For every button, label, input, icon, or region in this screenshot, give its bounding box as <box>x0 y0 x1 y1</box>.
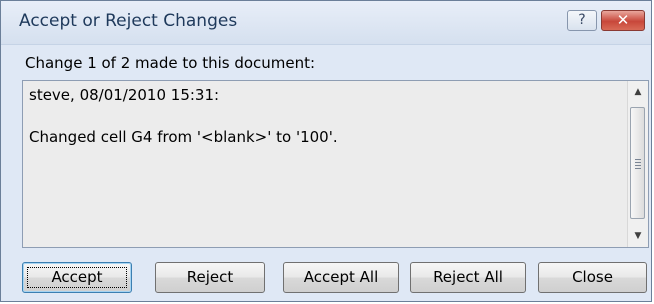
help-icon: ? <box>578 12 586 28</box>
change-author-timestamp: steve, 08/01/2010 15:31: <box>29 86 220 104</box>
change-details-box: steve, 08/01/2010 15:31: Changed cell G4… <box>22 80 649 248</box>
change-description: Changed cell G4 from '<blank>' to '100'. <box>29 128 338 146</box>
focus-ring <box>27 267 127 288</box>
grip-line <box>635 168 641 169</box>
help-button[interactable]: ? <box>567 10 597 31</box>
accept-all-button[interactable]: Accept All <box>283 262 399 293</box>
accept-button[interactable]: Accept <box>22 262 132 293</box>
close-button-label: Close <box>572 268 613 286</box>
reject-button[interactable]: Reject <box>155 262 265 293</box>
scroll-up-arrow-icon[interactable]: ▲ <box>628 81 648 103</box>
window-title: Accept or Reject Changes <box>19 11 238 31</box>
scroll-down-arrow-icon[interactable]: ▼ <box>628 225 648 247</box>
close-icon: ✕ <box>616 11 630 29</box>
reject-all-button-label: Reject All <box>433 268 503 286</box>
grip-line <box>635 159 641 160</box>
grip-line <box>635 165 641 166</box>
title-bar: Accept or Reject Changes ? ✕ <box>1 1 651 45</box>
reject-button-label: Reject <box>186 268 234 286</box>
reject-all-button[interactable]: Reject All <box>410 262 526 293</box>
accept-reject-changes-dialog: Accept or Reject Changes ? ✕ Change 1 of… <box>0 0 652 302</box>
vertical-scrollbar[interactable]: ▲ ▼ <box>627 81 648 247</box>
accept-all-button-label: Accept All <box>303 268 379 286</box>
grip-line <box>635 162 641 163</box>
scroll-thumb[interactable] <box>630 107 645 219</box>
change-summary-label: Change 1 of 2 made to this document: <box>25 54 316 72</box>
window-close-button[interactable]: ✕ <box>601 10 645 31</box>
close-button[interactable]: Close <box>538 262 647 293</box>
